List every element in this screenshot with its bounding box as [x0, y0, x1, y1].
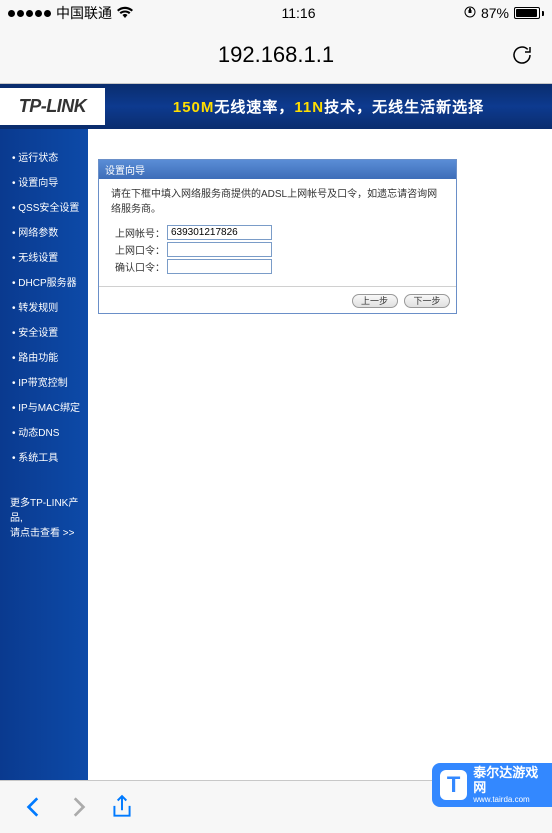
sidebar-item-ipmac[interactable]: IP与MAC绑定: [0, 394, 88, 419]
signal-strength-icon: [8, 10, 51, 17]
wizard-row-username: 上网帐号：: [111, 225, 444, 240]
password-input[interactable]: [167, 242, 272, 257]
sidebar-more-products[interactable]: 更多TP-LINK产品, 请点击查看 >>: [0, 490, 88, 544]
sidebar-item-status[interactable]: 运行状态: [0, 144, 88, 169]
forward-button[interactable]: [56, 785, 100, 829]
wizard-body: 请在下框中填入网络服务商提供的ADSL上网帐号及口令，如遗忘请咨询网络服务商。 …: [99, 179, 456, 286]
watermark-name: 泰尔达游戏网: [473, 766, 544, 795]
sidebar-divider: [8, 479, 80, 480]
sidebar-item-routing[interactable]: 路由功能: [0, 344, 88, 369]
confirm-input[interactable]: [167, 259, 272, 274]
share-button[interactable]: [100, 785, 144, 829]
battery-icon: [514, 7, 544, 19]
sidebar-item-tools[interactable]: 系统工具: [0, 444, 88, 469]
username-label: 上网帐号：: [111, 225, 167, 240]
wizard-row-password: 上网口令：: [111, 242, 444, 257]
status-bar: 中国联通 11:16 87%: [0, 0, 552, 26]
reload-button[interactable]: [508, 41, 536, 69]
status-time: 11:16: [281, 5, 315, 21]
sidebar-item-security[interactable]: 安全设置: [0, 319, 88, 344]
orientation-lock-icon: [464, 5, 476, 21]
banner-slogan: 150M无线速率，11N技术，无线生活新选择: [105, 96, 552, 117]
username-input[interactable]: [167, 225, 272, 240]
password-label: 上网口令：: [111, 242, 167, 257]
back-button[interactable]: [12, 785, 56, 829]
sidebar-item-network[interactable]: 网络参数: [0, 219, 88, 244]
carrier-label: 中国联通: [56, 3, 112, 23]
sidebar-item-dhcp[interactable]: DHCP服务器: [0, 269, 88, 294]
wizard-description: 请在下框中填入网络服务商提供的ADSL上网帐号及口令，如遗忘请咨询网络服务商。: [111, 187, 444, 217]
url-field[interactable]: 192.168.1.1: [52, 42, 500, 68]
sidebar-item-wizard[interactable]: 设置向导: [0, 169, 88, 194]
main-panel: 设置向导 请在下框中填入网络服务商提供的ADSL上网帐号及口令，如遗忘请咨询网络…: [88, 129, 552, 314]
wifi-icon: [117, 5, 133, 21]
address-bar: 192.168.1.1: [0, 26, 552, 84]
status-left: 中国联通: [8, 3, 133, 23]
page-content: TP-LINK 150M无线速率，11N技术，无线生活新选择 运行状态 设置向导…: [0, 84, 552, 780]
watermark: T 泰尔达游戏网 www.tairda.com: [432, 763, 552, 807]
watermark-icon: T: [440, 770, 467, 800]
sidebar: 运行状态 设置向导 QSS安全设置 网络参数 无线设置 DHCP服务器 转发规则…: [0, 129, 88, 780]
next-button[interactable]: 下一步: [404, 294, 450, 308]
prev-button[interactable]: 上一步: [352, 294, 398, 308]
confirm-label: 确认口令：: [111, 259, 167, 274]
status-right: 87%: [464, 5, 544, 21]
sidebar-item-bandwidth[interactable]: IP带宽控制: [0, 369, 88, 394]
setup-wizard: 设置向导 请在下框中填入网络服务商提供的ADSL上网帐号及口令，如遗忘请咨询网络…: [98, 159, 457, 314]
battery-percent: 87%: [481, 5, 509, 21]
tplink-logo: TP-LINK: [0, 84, 105, 129]
router-header: TP-LINK 150M无线速率，11N技术，无线生活新选择: [0, 84, 552, 129]
wizard-row-confirm: 确认口令：: [111, 259, 444, 274]
wizard-buttons: 上一步 下一步: [99, 286, 456, 313]
watermark-url: www.tairda.com: [473, 795, 544, 804]
wizard-title: 设置向导: [99, 160, 456, 179]
sidebar-item-wireless[interactable]: 无线设置: [0, 244, 88, 269]
sidebar-item-qss[interactable]: QSS安全设置: [0, 194, 88, 219]
sidebar-item-ddns[interactable]: 动态DNS: [0, 419, 88, 444]
sidebar-item-forward[interactable]: 转发规则: [0, 294, 88, 319]
